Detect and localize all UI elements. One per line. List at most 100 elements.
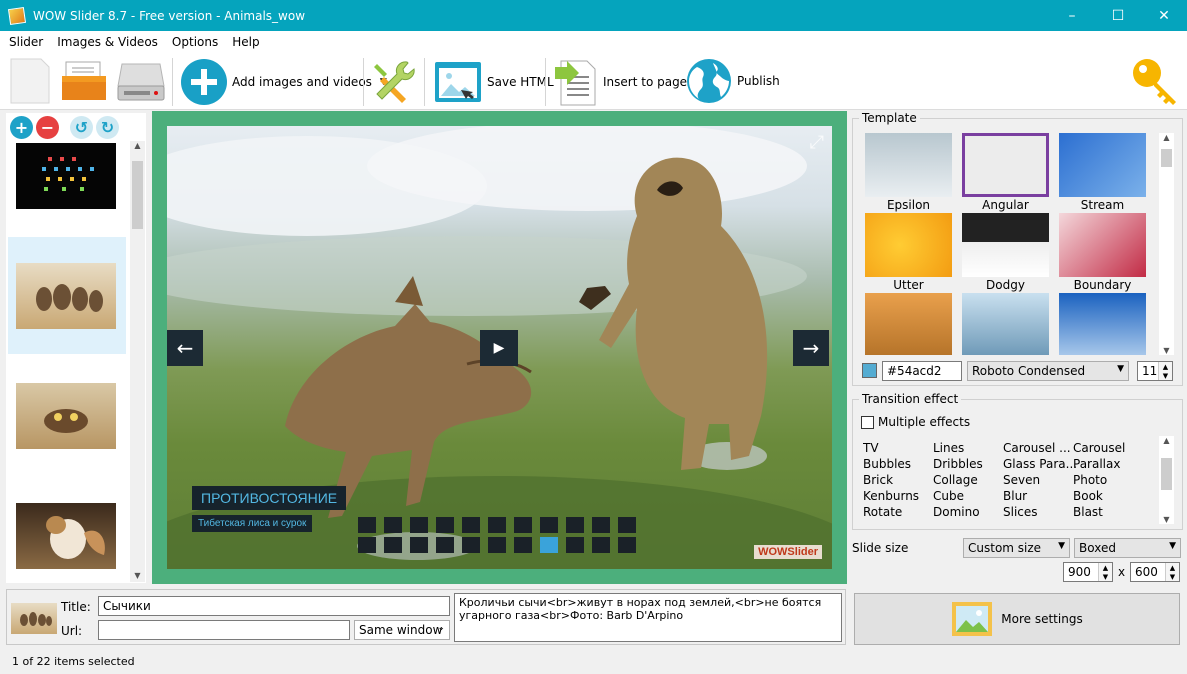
thumbnails-scrollbar[interactable]: ▲ ▼ <box>130 141 145 582</box>
title-input[interactable]: Сычики <box>98 596 450 616</box>
multiple-effects-checkbox[interactable]: Multiple effects <box>861 415 970 429</box>
template-boundary[interactable]: Boundary <box>1059 213 1146 292</box>
link-target-select[interactable]: Same window ⌄ <box>354 620 450 640</box>
slide-height-spinner[interactable]: 600 ▲ ▼ <box>1130 562 1180 582</box>
slide-bullet[interactable] <box>358 517 376 533</box>
color-swatch[interactable] <box>862 363 877 378</box>
template-scroll-up-icon[interactable]: ▲ <box>1159 133 1174 142</box>
effects-scroll-down-icon[interactable]: ▼ <box>1159 515 1174 524</box>
effect-item[interactable]: Carousel ... <box>1003 440 1077 456</box>
slide-width-spinner[interactable]: 900 ▲ ▼ <box>1063 562 1113 582</box>
url-input[interactable] <box>98 620 350 640</box>
effect-item[interactable]: Kenburns <box>863 488 919 504</box>
effects-scroll-up-icon[interactable]: ▲ <box>1159 436 1174 445</box>
open-button[interactable] <box>60 58 110 104</box>
multiple-effects-checkbox-box[interactable] <box>861 415 874 429</box>
effect-item[interactable]: Collage <box>933 472 983 488</box>
template-dodgy[interactable]: Dodgy <box>962 213 1049 292</box>
effect-item[interactable]: Rotate <box>863 504 919 520</box>
minimize-button[interactable]: – <box>1049 0 1095 31</box>
slide-bullet[interactable] <box>514 517 532 533</box>
slide-height-spin-icon[interactable]: ▲ ▼ <box>1165 563 1179 581</box>
rotate-right-button[interactable]: ↻ <box>96 116 119 139</box>
next-arrow-button[interactable]: → <box>793 330 829 366</box>
add-slide-button[interactable]: + <box>10 116 33 139</box>
template-item-9[interactable] <box>1059 293 1146 355</box>
scroll-down-icon[interactable]: ▼ <box>130 571 145 580</box>
slide-bullet[interactable] <box>540 517 558 533</box>
slide-bullet[interactable] <box>436 517 454 533</box>
effect-item[interactable]: Cube <box>933 488 983 504</box>
settings-tools-button[interactable] <box>369 58 419 106</box>
slide-bullet[interactable] <box>618 537 636 553</box>
slide-width-spin-icon[interactable]: ▲ ▼ <box>1098 563 1112 581</box>
fullscreen-icon[interactable]: ⤢ <box>810 132 824 153</box>
template-item-7[interactable] <box>865 293 952 355</box>
slide-bullet[interactable] <box>618 517 636 533</box>
font-size-spinner[interactable]: 11 ▲ ▼ <box>1137 361 1173 381</box>
effect-item[interactable]: Brick <box>863 472 919 488</box>
effect-item[interactable]: Lines <box>933 440 983 456</box>
slide-bullet[interactable] <box>384 517 402 533</box>
slide-bullet[interactable] <box>436 537 454 553</box>
template-angular[interactable]: Angular <box>962 133 1049 212</box>
effect-item[interactable]: Bubbles <box>863 456 919 472</box>
slide-bullet[interactable] <box>410 517 428 533</box>
slide-bullet[interactable] <box>566 537 584 553</box>
effect-item[interactable]: Seven <box>1003 472 1077 488</box>
effect-item[interactable]: Blast <box>1073 504 1125 520</box>
slide-thumbnail-3[interactable] <box>16 383 116 449</box>
slide-bullet[interactable] <box>384 537 402 553</box>
effect-item[interactable]: Glass Para... <box>1003 456 1077 472</box>
effect-item[interactable]: Domino <box>933 504 983 520</box>
menu-options[interactable]: Options <box>167 35 223 49</box>
effect-item[interactable]: Photo <box>1073 472 1125 488</box>
font-select[interactable]: Roboto Condensed ▼ <box>967 361 1129 381</box>
template-utter[interactable]: Utter <box>865 213 952 292</box>
slide-bullet[interactable] <box>592 537 610 553</box>
slide-preview[interactable]: ← → ▶ ⤢ ПРОТИВОСТОЯНИЕ Тибетская лиса и … <box>167 126 832 569</box>
slides-thumbnail-list[interactable] <box>6 141 130 582</box>
play-button[interactable]: ▶ <box>480 330 518 366</box>
layout-select[interactable]: Boxed ▼ <box>1074 538 1181 558</box>
template-scrollbar[interactable]: ▲ ▼ <box>1159 133 1174 355</box>
effects-scroll-thumb[interactable] <box>1161 458 1172 490</box>
menu-slider[interactable]: Slider <box>4 35 48 49</box>
color-hex-input[interactable]: #54acd2 <box>882 361 962 381</box>
slide-bullet[interactable] <box>540 537 558 553</box>
save-html-button[interactable]: Save HTML <box>433 58 554 106</box>
menu-help[interactable]: Help <box>227 35 264 49</box>
new-button[interactable] <box>9 57 51 105</box>
effects-list[interactable]: TV Bubbles Brick Kenburns Rotate Lines Dribbl… <box>863 440 1155 522</box>
more-settings-button[interactable]: More settings <box>854 593 1180 645</box>
font-size-spin-icon[interactable]: ▲ ▼ <box>1158 362 1172 380</box>
publish-button[interactable]: Publish <box>685 57 780 105</box>
template-scroll-down-icon[interactable]: ▼ <box>1159 346 1174 355</box>
slide-bullet[interactable] <box>462 517 480 533</box>
slide-bullet[interactable] <box>358 537 376 553</box>
maximize-button[interactable]: ☐ <box>1095 0 1141 31</box>
template-item-8[interactable] <box>962 293 1049 355</box>
slide-thumbnail-1[interactable] <box>16 143 116 209</box>
slide-size-mode-select[interactable]: Custom size ▼ <box>963 538 1070 558</box>
slide-thumbnail-2[interactable] <box>16 263 116 329</box>
slide-bullet[interactable] <box>488 537 506 553</box>
template-stream[interactable]: Stream <box>1059 133 1146 212</box>
close-button[interactable]: ✕ <box>1141 0 1187 31</box>
rotate-left-button[interactable]: ↺ <box>70 116 93 139</box>
slide-bullet[interactable] <box>566 517 584 533</box>
effect-item[interactable]: Dribbles <box>933 456 983 472</box>
slide-bullet[interactable] <box>592 517 610 533</box>
template-scroll-thumb[interactable] <box>1161 149 1172 167</box>
effect-item[interactable]: Book <box>1073 488 1125 504</box>
menu-images-videos[interactable]: Images & Videos <box>52 35 163 49</box>
slide-bullet[interactable] <box>462 537 480 553</box>
effect-item[interactable]: Slices <box>1003 504 1077 520</box>
effect-item[interactable]: Blur <box>1003 488 1077 504</box>
effect-item[interactable]: Carousel <box>1073 440 1125 456</box>
template-epsilon[interactable]: Epsilon <box>865 133 952 212</box>
slide-bullet[interactable] <box>514 537 532 553</box>
scrollbar-thumb[interactable] <box>132 161 143 229</box>
slide-bullet[interactable] <box>488 517 506 533</box>
description-textarea[interactable]: Кроличьи сычи<br>живут в норах под земле… <box>454 593 842 642</box>
